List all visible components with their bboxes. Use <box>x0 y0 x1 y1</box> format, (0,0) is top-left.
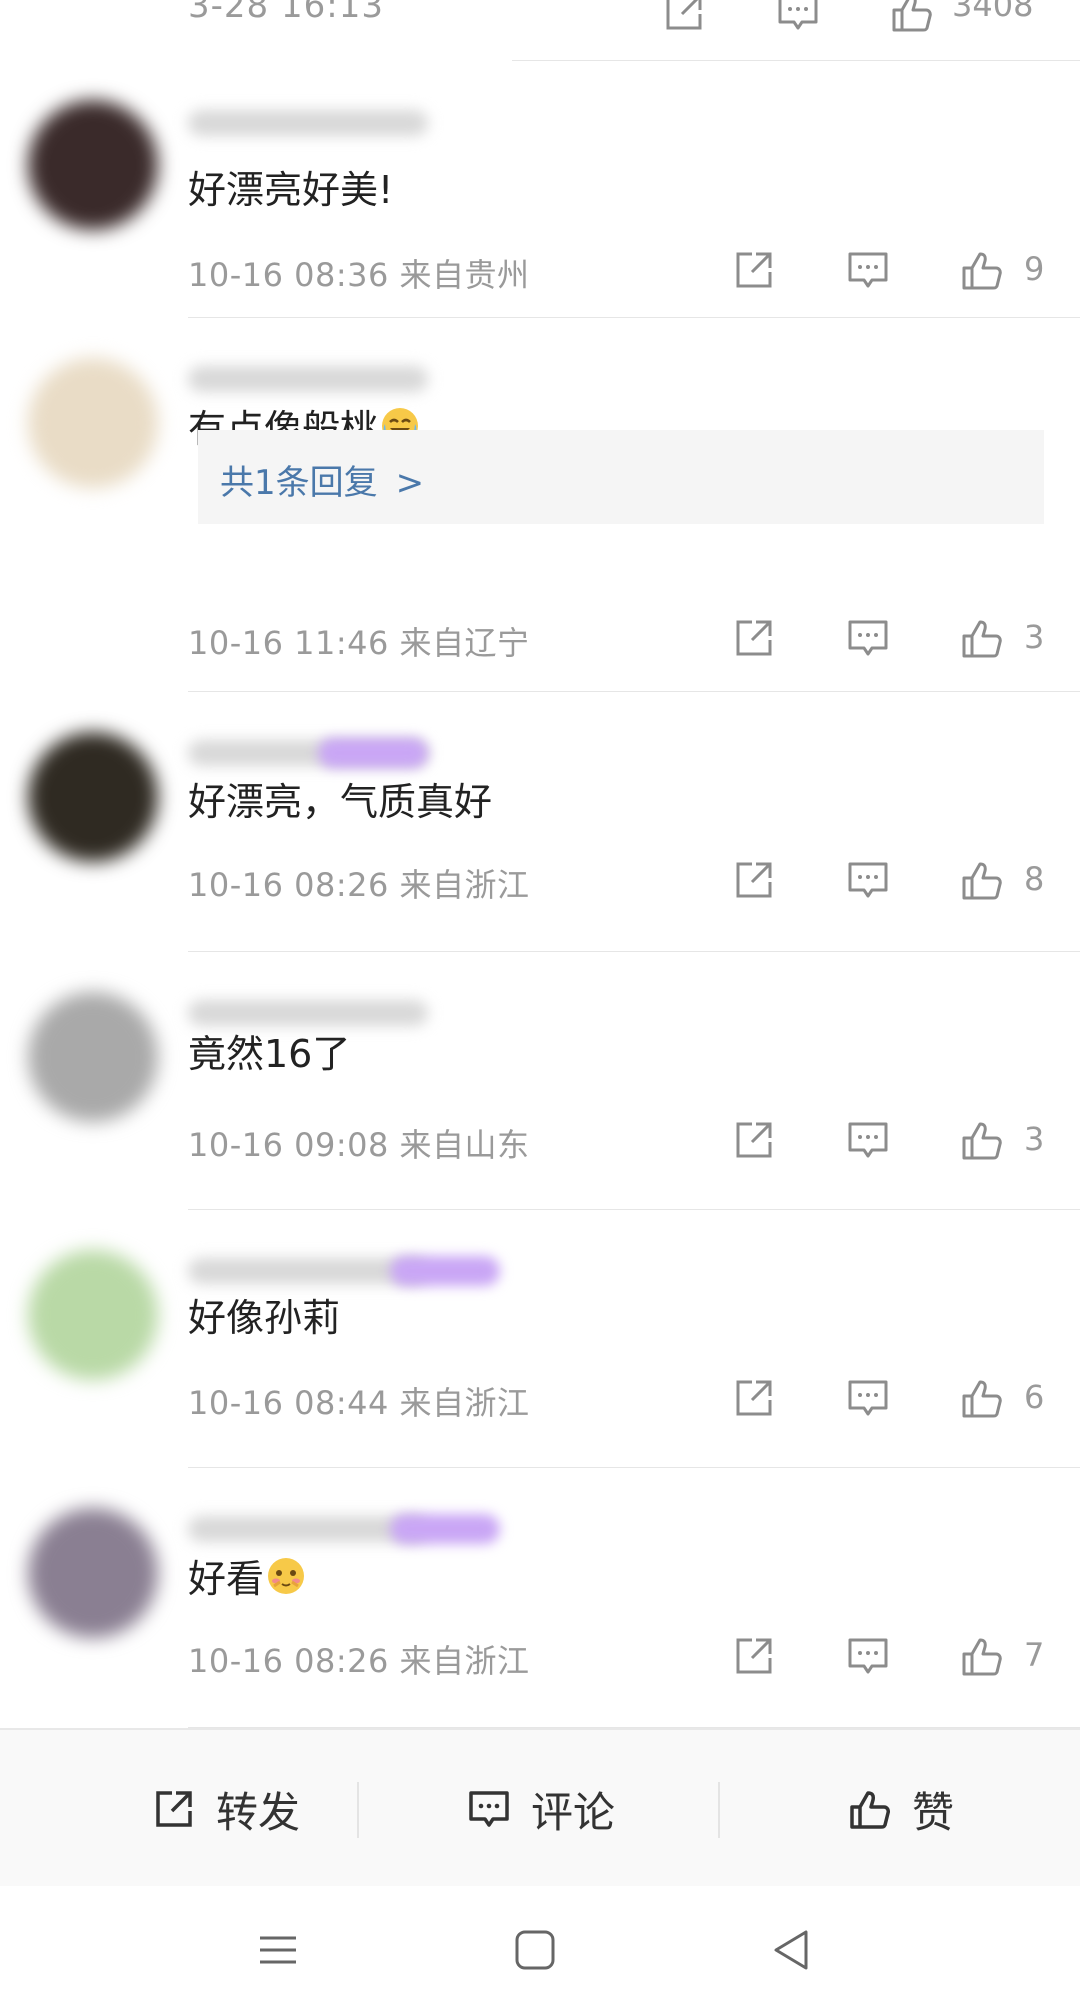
comment-text: 好像孙莉 <box>188 1296 340 1340</box>
comment-text-content: 好漂亮，气质真好 <box>188 780 493 824</box>
avatar[interactable] <box>28 100 158 230</box>
repost-label: 转发 <box>215 1787 300 1837</box>
repost-icon <box>156 1791 192 1827</box>
comment-icon[interactable] <box>844 614 892 662</box>
like-count: 7 <box>1024 1636 1045 1674</box>
username[interactable] <box>188 110 428 136</box>
comment-button[interactable]: 评论 <box>400 1730 680 1888</box>
comment-item[interactable]: 竟然16了 10-16 09:08 来自山东 3 <box>0 952 1080 1210</box>
comment-icon[interactable] <box>844 246 892 294</box>
comment-item[interactable]: 有点像般桃 共1条回复 > 10-16 11:46 来自辽宁 3 <box>0 318 1080 692</box>
comment-text: 竟然16了 <box>188 1032 350 1076</box>
view-replies-link[interactable]: 共1条回复 > <box>220 455 424 504</box>
comment-item[interactable]: 好漂亮，气质真好 10-16 08:26 来自浙江 8 <box>0 692 1080 952</box>
comment-meta: 10-16 08:26 来自浙江 <box>188 1642 530 1680</box>
system-navigation-bar <box>0 1886 1080 2015</box>
comment-item[interactable]: 好像孙莉 10-16 08:44 来自浙江 6 <box>0 1210 1080 1468</box>
comment-text: 好漂亮，气质真好 <box>188 780 492 824</box>
repost-icon[interactable] <box>730 246 778 294</box>
repost-icon[interactable] <box>730 856 778 904</box>
thumbs-up-icon[interactable] <box>888 0 936 36</box>
avatar[interactable] <box>28 358 158 488</box>
username[interactable] <box>188 366 428 392</box>
like-label: 赞 <box>911 1787 954 1837</box>
thumbs-up-icon[interactable] <box>958 1632 1006 1680</box>
like-count: 8 <box>1024 860 1045 898</box>
comment-icon[interactable] <box>844 856 892 904</box>
menu-icon[interactable] <box>250 1922 306 1978</box>
home-icon[interactable] <box>507 1922 563 1978</box>
replies-label: 共1条回复 <box>220 463 378 503</box>
comment-meta: 10-16 09:08 来自山东 <box>188 1126 530 1164</box>
thumbs-up-icon[interactable] <box>958 1374 1006 1422</box>
comment-item[interactable]: 好漂亮好美! 10-16 08:36 来自贵州 9 <box>0 60 1080 318</box>
comment-icon <box>469 1791 509 1827</box>
vip-badge <box>318 738 428 768</box>
back-icon[interactable] <box>764 1922 820 1978</box>
avatar[interactable] <box>28 1250 158 1380</box>
username[interactable] <box>188 1000 428 1026</box>
comment-text-content: 好漂亮好美! <box>188 168 394 212</box>
like-count: 3408 <box>952 0 1034 24</box>
comment-label: 评论 <box>530 1787 615 1837</box>
repost-icon[interactable] <box>660 0 708 36</box>
like-count: 3 <box>1024 618 1045 656</box>
comment-meta: 10-16 08:26 来自浙江 <box>188 866 530 904</box>
comment-meta: 10-16 08:36 来自贵州 <box>188 256 530 294</box>
vip-badge <box>390 1256 500 1286</box>
avatar[interactable] <box>28 732 158 862</box>
comment-feed[interactable]: 3-28 16:13 3408 好漂亮好美! 10-16 08:36 来自贵州 9 有… <box>0 0 1080 1728</box>
comment-text-content: 好像孙莉 <box>188 1296 341 1340</box>
repost-icon[interactable] <box>730 614 778 662</box>
repost-button[interactable]: 转发 <box>100 1730 350 1888</box>
thumbs-up-icon[interactable] <box>958 246 1006 294</box>
comment-meta: 10-16 11:46 来自辽宁 <box>188 624 530 662</box>
divider <box>718 1782 720 1838</box>
chevron-right-icon: > <box>395 463 425 503</box>
thumbs-up-icon[interactable] <box>958 1116 1006 1164</box>
repost-icon[interactable] <box>730 1374 778 1422</box>
comment-text-content: 竟然16了 <box>188 1032 351 1076</box>
comment-icon[interactable] <box>844 1632 892 1680</box>
thumbs-up-icon[interactable] <box>958 614 1006 662</box>
like-button[interactable]: 赞 <box>760 1730 1040 1888</box>
previous-comment-meta: 3-28 16:13 3408 <box>188 0 1080 60</box>
comment-text: 好看 <box>188 1556 306 1601</box>
thumbs-up-icon <box>850 1791 890 1829</box>
bottom-action-bar: 转发 评论 赞 <box>0 1728 1080 1888</box>
like-count: 6 <box>1024 1378 1045 1416</box>
like-count: 3 <box>1024 1120 1045 1158</box>
comment-meta: 10-16 08:44 来自浙江 <box>188 1384 530 1422</box>
like-count: 9 <box>1024 250 1045 288</box>
avatar[interactable] <box>28 992 158 1122</box>
repost-icon[interactable] <box>730 1116 778 1164</box>
comment-item[interactable]: 好看 10-16 08:26 来自浙江 7 <box>0 1468 1080 1728</box>
replies-box[interactable]: 共1条回复 > <box>198 430 1044 524</box>
vip-badge <box>390 1514 500 1544</box>
comment-icon[interactable] <box>774 0 822 36</box>
comment-icon[interactable] <box>844 1374 892 1422</box>
comment-text: 好漂亮好美! <box>188 168 393 212</box>
repost-icon[interactable] <box>730 1632 778 1680</box>
blushing-face-emoji <box>264 1557 306 1601</box>
thumbs-up-icon[interactable] <box>958 856 1006 904</box>
comment-time: 3-28 16:13 <box>188 0 384 26</box>
comment-text-content: 好看 <box>188 1557 265 1601</box>
avatar[interactable] <box>28 1508 158 1638</box>
divider <box>357 1782 359 1838</box>
comment-icon[interactable] <box>844 1116 892 1164</box>
